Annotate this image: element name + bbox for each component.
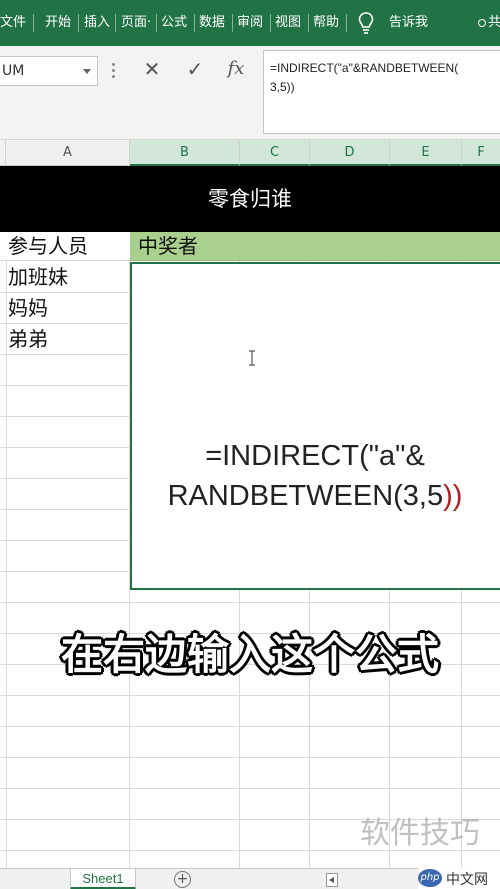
- cell-formula-function: RANDBETWEEN(3,5: [167, 480, 444, 512]
- video-caption: 在右边输入这个公式: [60, 630, 439, 679]
- lightbulb-icon[interactable]: [358, 12, 374, 34]
- cancel-button[interactable]: ✕: [137, 54, 167, 84]
- name-box-value: UM: [2, 63, 25, 79]
- cell-formula-closing-parens: )): [443, 480, 463, 512]
- enter-button[interactable]: ✓: [180, 54, 210, 84]
- participant-cell[interactable]: 加班妹: [0, 262, 130, 293]
- winner-header-cell[interactable]: 中奖者: [130, 232, 500, 261]
- column-header-c[interactable]: C: [240, 140, 310, 166]
- drag-handle-icon[interactable]: [112, 63, 115, 78]
- tab-view[interactable]: 视图: [275, 14, 301, 32]
- column-header-b[interactable]: B: [130, 140, 240, 166]
- share-button[interactable]: 共: [478, 14, 500, 32]
- selected-merged-range[interactable]: [130, 262, 500, 590]
- tab-formulas[interactable]: 公式: [161, 14, 187, 32]
- insert-function-button[interactable]: fx: [221, 54, 251, 84]
- formula-input-line-2: 3,5)): [270, 80, 295, 94]
- tab-data[interactable]: 数据: [199, 14, 225, 32]
- column-headers: A B C D E F: [0, 140, 500, 166]
- ribbon-separator: [156, 14, 157, 32]
- watermark-text: 软件技巧: [360, 816, 480, 851]
- chevron-down-icon[interactable]: [83, 69, 91, 74]
- ribbon-separator: [115, 14, 116, 32]
- gridline: [0, 788, 500, 789]
- share-label: 共: [488, 15, 500, 30]
- cell-formula-edit[interactable]: =INDIRECT("a"& RANDBETWEEN(3,5)): [130, 436, 500, 516]
- formula-bar: UM ✕ ✓ fx =INDIRECT("a"&RANDBETWEEN( 3,5…: [0, 46, 500, 140]
- column-header-a[interactable]: A: [6, 140, 130, 166]
- site-logo: php 中文网: [418, 868, 500, 889]
- ribbon-separator: [194, 14, 195, 32]
- share-icon: [478, 18, 486, 27]
- name-box[interactable]: UM: [0, 56, 98, 86]
- ribbon-separator: [78, 14, 79, 32]
- gridline: [0, 695, 500, 696]
- tell-me-search[interactable]: 告诉我: [389, 14, 428, 32]
- participant-cell[interactable]: 妈妈: [0, 293, 130, 324]
- ribbon: 文件 开始 插入 页面· 公式 数据 审阅 视图 帮助 告诉我 共: [0, 0, 500, 46]
- ribbon-separator: [270, 14, 271, 32]
- watermark: 软件技巧: [350, 808, 500, 868]
- tab-review[interactable]: 审阅: [237, 14, 263, 32]
- participants-header-cell[interactable]: 参与人员: [0, 232, 130, 261]
- logo-text: 中文网: [446, 872, 488, 888]
- formula-input-line-1: =INDIRECT("a"&RANDBETWEEN(: [270, 61, 459, 75]
- add-sheet-button[interactable]: +: [174, 871, 191, 888]
- cell-area[interactable]: 零食归谁 参与人员 中奖者 加班妹 妈妈 弟弟 =INDIRECT("a"& R…: [0, 166, 500, 868]
- text-cursor-icon: [249, 350, 255, 366]
- title-banner[interactable]: 零食归谁: [0, 166, 500, 232]
- gridline: [0, 757, 500, 758]
- tab-page-layout[interactable]: 页面·: [121, 14, 151, 32]
- tab-home[interactable]: 开始: [45, 14, 71, 32]
- ribbon-separator: [308, 14, 309, 32]
- cell-formula-line-1: =INDIRECT("a"&: [205, 440, 425, 472]
- tab-help[interactable]: 帮助: [313, 14, 339, 32]
- sheet-tab-sheet1[interactable]: Sheet1: [70, 869, 136, 889]
- logo-mark: php: [418, 869, 442, 887]
- scroll-left-icon[interactable]: [326, 873, 338, 887]
- ribbon-separator: [232, 14, 233, 32]
- formula-input[interactable]: =INDIRECT("a"&RANDBETWEEN( 3,5)): [263, 50, 500, 134]
- column-header-d[interactable]: D: [310, 140, 390, 166]
- participant-cell[interactable]: 弟弟: [0, 324, 130, 355]
- ribbon-separator: [346, 14, 347, 32]
- gridline: [0, 602, 500, 603]
- gridline: [0, 726, 500, 727]
- ribbon-separator: [33, 14, 34, 32]
- column-header-f[interactable]: F: [462, 140, 500, 166]
- tab-file[interactable]: 文件: [0, 14, 26, 32]
- cell-formula-line-2: RANDBETWEEN(3,5)): [130, 476, 500, 516]
- column-header-e[interactable]: E: [390, 140, 462, 166]
- tab-insert[interactable]: 插入: [84, 14, 110, 32]
- worksheet-grid[interactable]: A B C D E F 零食归谁 参与人员 中奖者 加班妹 妈妈 弟弟 =IND…: [0, 140, 500, 868]
